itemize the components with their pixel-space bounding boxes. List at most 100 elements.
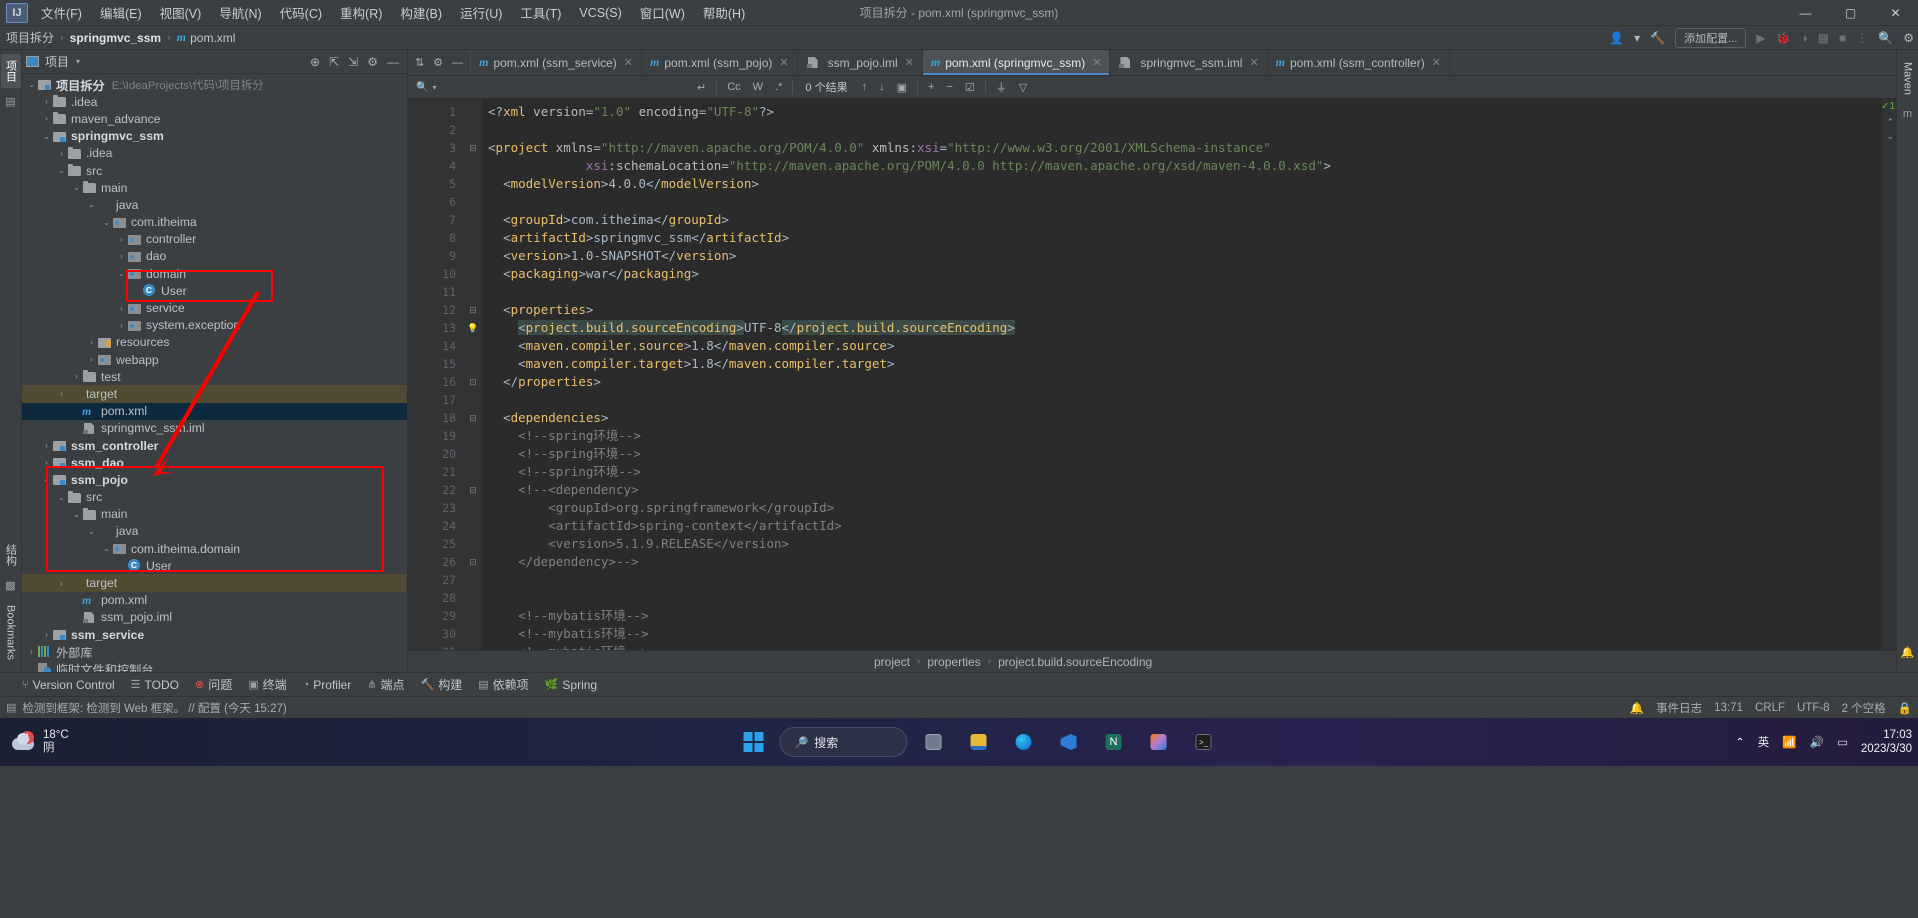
- app-n-icon[interactable]: N: [1095, 723, 1133, 761]
- hide-editor-icon[interactable]: —: [452, 57, 463, 69]
- tool-window-终端[interactable]: ▣终端: [248, 676, 286, 693]
- fold-toggle-icon[interactable]: ⊟: [464, 139, 482, 157]
- chevron-down-icon[interactable]: ⌄: [101, 218, 112, 227]
- breadcrumb-project[interactable]: 项目拆分: [6, 29, 54, 46]
- tree-node-user[interactable]: User: [22, 557, 407, 574]
- code-line[interactable]: <artifactId>springmvc_ssm</artifactId>: [482, 229, 1882, 247]
- collapse-all-icon[interactable]: ⇲: [348, 55, 358, 69]
- status-message[interactable]: 检测到框架: 检测到 Web 框架。 // 配置 (今天 15:27): [22, 700, 286, 716]
- add-line-icon[interactable]: +: [922, 81, 940, 93]
- chevron-right-icon[interactable]: ›: [56, 389, 67, 398]
- sidebar-tab-bookmarks[interactable]: Bookmarks: [3, 599, 19, 666]
- editor-tab-pom-xml-ssm-pojo-[interactable]: mpom.xml (ssm_pojo)✕: [642, 50, 798, 75]
- breadcrumb-properties-tag[interactable]: properties: [927, 655, 980, 669]
- breadcrumb-file[interactable]: mpom.xml: [177, 30, 236, 45]
- indent-setting[interactable]: 2 个空格: [1842, 700, 1886, 716]
- code-line[interactable]: [482, 283, 1882, 301]
- tree-node-dao[interactable]: ›dao: [22, 248, 407, 265]
- find-input[interactable]: 🔍 ▾: [416, 82, 691, 93]
- chevron-right-icon[interactable]: ›: [56, 149, 67, 158]
- sidebar-tab-structure[interactable]: 结构: [1, 538, 21, 572]
- code-line[interactable]: <!--spring环境-->: [482, 427, 1882, 445]
- tree-node-com-itheima-domain[interactable]: ⌄com.itheima.domain: [22, 540, 407, 557]
- notification-bell-icon[interactable]: 🔔: [1630, 701, 1644, 715]
- menu-item-tools[interactable]: 工具(T): [511, 0, 570, 25]
- tree-node--[interactable]: ›外部库: [22, 643, 407, 660]
- find-next-icon[interactable]: ↓: [873, 81, 891, 93]
- chevron-down-icon[interactable]: ⌄: [41, 475, 52, 484]
- match-case-toggle[interactable]: Cc: [721, 81, 746, 93]
- chevron-down-icon[interactable]: ⌄: [101, 544, 112, 553]
- chevron-down-icon[interactable]: ▾: [432, 83, 436, 92]
- code-line[interactable]: <!--spring环境-->: [482, 445, 1882, 463]
- terminal-icon[interactable]: >_: [1185, 723, 1223, 761]
- code-line[interactable]: [482, 121, 1882, 139]
- gear-icon[interactable]: ⚙: [1903, 31, 1914, 45]
- code-line[interactable]: <version>5.1.9.RELEASE</version>: [482, 535, 1882, 553]
- tree-node-pom-xml[interactable]: mpom.xml: [22, 403, 407, 420]
- tree-node-com-itheima[interactable]: ⌄com.itheima: [22, 214, 407, 231]
- tree-node-src[interactable]: ⌄src: [22, 489, 407, 506]
- sidebar-tab-maven[interactable]: Maven: [1900, 56, 1916, 101]
- user-icon[interactable]: 👤: [1609, 31, 1624, 45]
- breadcrumb-project-tag[interactable]: project: [874, 655, 910, 669]
- code-line[interactable]: <properties>: [482, 301, 1882, 319]
- code-line[interactable]: <maven.compiler.source>1.8</maven.compil…: [482, 337, 1882, 355]
- menu-item-vcs[interactable]: VCS(S): [570, 3, 630, 23]
- file-explorer-icon[interactable]: [960, 723, 998, 761]
- editor-tab-ssm-pojo-iml[interactable]: ssm_pojo.iml✕: [798, 50, 923, 75]
- whole-words-toggle[interactable]: W: [747, 81, 769, 93]
- start-button[interactable]: [735, 723, 773, 761]
- tray-chevron-icon[interactable]: ⌃: [1735, 735, 1745, 749]
- chevron-down-icon[interactable]: ⌄: [41, 132, 52, 141]
- close-icon[interactable]: ✕: [1432, 56, 1441, 69]
- tool-window-spring[interactable]: 🌿Spring: [545, 678, 597, 692]
- tree-node-ssm-pojo-iml[interactable]: ssm_pojo.iml: [22, 609, 407, 626]
- project-tree[interactable]: ⌄项目拆分E:\IdeaProjects\代码\项目拆分›.idea›maven…: [22, 74, 407, 672]
- menu-item-run[interactable]: 运行(U): [451, 0, 511, 25]
- inspection-marker-gutter[interactable]: ✓1 ⌃ ⌄: [1882, 99, 1896, 650]
- tree-node-main[interactable]: ⌄main: [22, 506, 407, 523]
- tool-window-问题[interactable]: ⊗问题: [195, 676, 232, 693]
- fold-toggle-icon[interactable]: ⊡: [464, 553, 482, 571]
- tree-node--[interactable]: ⌄项目拆分E:\IdeaProjects\代码\项目拆分: [22, 76, 407, 93]
- tool-window-version-control[interactable]: ⑂Version Control: [22, 678, 115, 692]
- code-line[interactable]: <dependencies>: [482, 409, 1882, 427]
- tree-node-test[interactable]: ›test: [22, 368, 407, 385]
- minimize-button[interactable]: —: [1783, 0, 1828, 26]
- close-icon[interactable]: ✕: [1249, 56, 1258, 69]
- chevron-down-icon[interactable]: ⌄: [86, 527, 97, 536]
- chevron-down-icon[interactable]: ⌄: [71, 510, 82, 519]
- intellij-taskbar-icon[interactable]: [1140, 723, 1178, 761]
- new-line-icon[interactable]: ↵: [691, 81, 712, 94]
- editor-tab-pom-xml-ssm-controller-[interactable]: mpom.xml (ssm_controller)✕: [1268, 50, 1450, 75]
- code-line[interactable]: <packaging>war</packaging>: [482, 265, 1882, 283]
- sidebar-tab-project[interactable]: 项目: [1, 54, 21, 88]
- structure-icon[interactable]: ▩: [5, 579, 15, 592]
- chevron-right-icon[interactable]: ›: [41, 458, 52, 467]
- task-view-icon[interactable]: [915, 723, 953, 761]
- gear-icon[interactable]: ⚙: [367, 55, 378, 69]
- fold-toggle-icon[interactable]: ⊟: [464, 409, 482, 427]
- stop-button[interactable]: ■: [1839, 31, 1846, 45]
- search-icon[interactable]: 🔍: [1878, 31, 1893, 45]
- code-line[interactable]: [482, 391, 1882, 409]
- menu-item-refactor[interactable]: 重构(R): [331, 0, 391, 25]
- menu-item-view[interactable]: 视图(V): [151, 0, 211, 25]
- caret-position[interactable]: 13:71: [1714, 702, 1743, 714]
- code-line[interactable]: <!--mybatis环境-->: [482, 607, 1882, 625]
- lock-icon[interactable]: 🔒: [1898, 701, 1912, 715]
- tree-node--idea[interactable]: ›.idea: [22, 145, 407, 162]
- tool-window-构建[interactable]: 🔨构建: [421, 676, 463, 693]
- code-line[interactable]: <!--spring环境-->: [482, 463, 1882, 481]
- weather-widget[interactable]: 1 18°C 阴: [0, 729, 69, 755]
- menu-item-help[interactable]: 帮助(H): [694, 0, 754, 25]
- code-line[interactable]: <groupId>org.springframework</groupId>: [482, 499, 1882, 517]
- taskbar-clock[interactable]: 17:03 2023/3/30: [1861, 728, 1912, 756]
- code-editor[interactable]: 1234567891011121314151617181920212223242…: [408, 99, 1896, 650]
- code-line[interactable]: <!--mybatis环境-->: [482, 625, 1882, 643]
- close-icon[interactable]: ✕: [905, 56, 914, 69]
- tree-node-webapp[interactable]: ›webapp: [22, 351, 407, 368]
- edge-browser-icon[interactable]: [1005, 723, 1043, 761]
- vscode-icon[interactable]: [1050, 723, 1088, 761]
